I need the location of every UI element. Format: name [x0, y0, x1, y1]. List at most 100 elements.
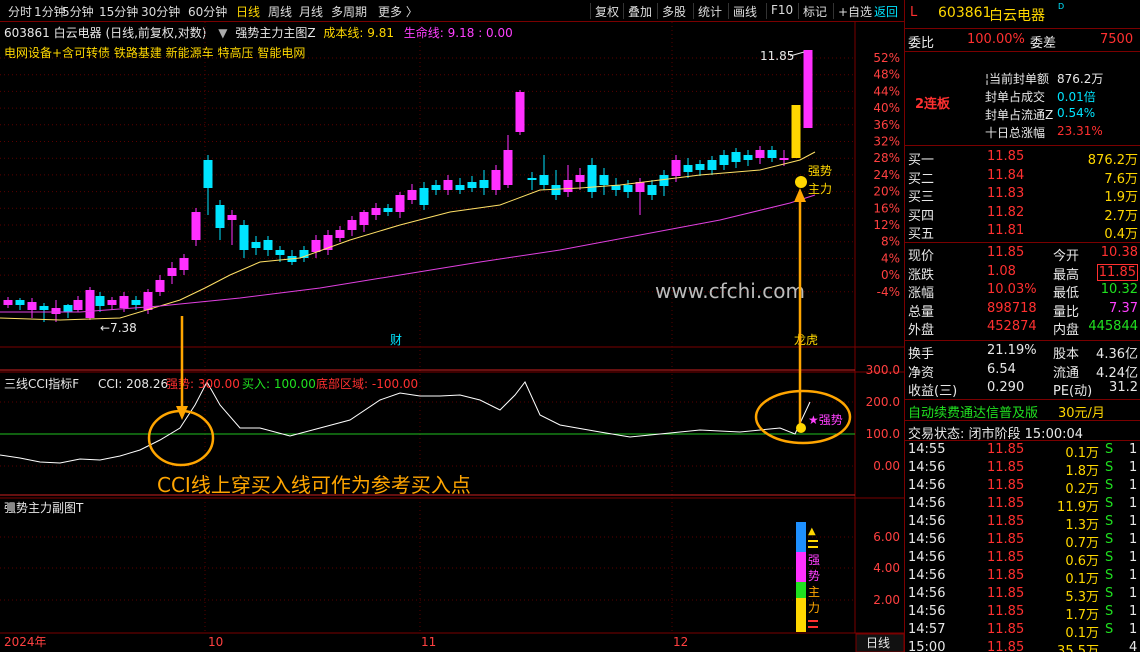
tick-time: 14:56 [908, 478, 946, 493]
tick-side: S [1105, 442, 1114, 457]
candle-body [539, 175, 549, 185]
main-y-tick: 0% [881, 268, 900, 282]
period-button: 日线 [866, 636, 890, 650]
seal-value: 876.2万 [1057, 72, 1104, 86]
x-axis-label: 10 [208, 635, 223, 649]
sub-panel-title: 强势主力副图T [4, 501, 84, 515]
candle-body [767, 150, 777, 158]
signal-bar-segment [796, 552, 806, 582]
candle-body [599, 175, 609, 185]
tick-price: 11.85 [987, 604, 1025, 619]
candle-body [63, 305, 73, 312]
tick-volume: 11.9万 [1057, 500, 1099, 515]
x-axis-label: 12 [673, 635, 688, 649]
buy-level-label: 买二 [908, 171, 935, 187]
money-bag-icon [795, 176, 807, 188]
tick-time: 14:56 [908, 604, 946, 619]
candle-body [239, 225, 249, 250]
stat-value: 10.03% [987, 282, 1037, 297]
candle-body [3, 300, 13, 305]
wei-cha-label: 委差 [1030, 36, 1057, 51]
signal-strong-text: 强势 [808, 164, 832, 178]
stat-value-2: 10.32 [1100, 282, 1138, 297]
tick-side: S [1105, 586, 1114, 601]
stock-code: 603861 [938, 5, 992, 21]
tick-price: 11.85 [987, 586, 1025, 601]
stat-label: 总量 [908, 304, 935, 320]
x-axis-label: 11 [421, 635, 436, 649]
stat-label-2: 最低 [1053, 286, 1080, 301]
tick-time: 14:56 [908, 586, 946, 601]
buy-level-label: 买五 [908, 227, 935, 242]
stock-name: 白云电器 [989, 8, 1045, 24]
cci-y-tick: 0.00 [873, 459, 900, 473]
sub-dash-4 [808, 626, 818, 628]
buy-level-label: 买三 [908, 190, 935, 205]
collapse-icon [7, 503, 15, 511]
stat-value: 11.85 [987, 245, 1025, 260]
candle-body [407, 190, 417, 200]
tick-side: S [1105, 496, 1114, 511]
tick-side: S [1105, 532, 1114, 547]
cci-bottom-label: 底部区域: -100.00 [316, 376, 418, 391]
main-y-tick: 40% [873, 101, 900, 115]
tick-count: 1 [1129, 478, 1138, 493]
tick-side: S [1105, 604, 1114, 619]
sub-y-tick: 4.00 [873, 561, 900, 575]
candle-body [791, 105, 801, 158]
candle-body [251, 242, 261, 248]
tick-time: 14:57 [908, 622, 946, 637]
seal-label: 封单占成交 [985, 90, 1046, 104]
candle-body [575, 175, 585, 182]
candle-body [191, 212, 201, 240]
divider [905, 28, 1140, 29]
stat-label: 现价 [908, 249, 935, 264]
seal-value: 0.54% [1057, 106, 1096, 120]
promo-price[interactable]: 30元/月 [1058, 402, 1105, 421]
tick-price: 11.85 [987, 442, 1025, 457]
x-axis-label: 2024年 [4, 635, 47, 649]
divider [905, 145, 1140, 146]
promo-text[interactable]: 自动续费通达信普及版 [908, 402, 1038, 421]
candle-body [623, 185, 633, 192]
stat-label-2: 最高 [1053, 267, 1080, 283]
tick-volume: 0.1万 [1065, 626, 1099, 641]
tick-side: S [1105, 478, 1114, 493]
stat2-value: 21.19% [987, 343, 1037, 358]
cci-y-tick: 300.0 [866, 363, 900, 377]
candle-body [671, 160, 681, 176]
stat-label-2: 内盘 [1053, 323, 1080, 338]
info-icon[interactable]: D [1058, 2, 1064, 11]
main-y-tick: 8% [881, 235, 900, 249]
main-y-tick: 52% [873, 51, 900, 65]
divider [905, 340, 1140, 341]
divider [905, 399, 1140, 400]
candle-body [203, 160, 213, 188]
stat-label: 外盘 [908, 323, 935, 338]
stat-value-2: 7.37 [1109, 300, 1138, 316]
tick-count: 1 [1129, 532, 1138, 547]
candle-body [179, 258, 189, 270]
tick-side: S [1105, 514, 1114, 529]
tick-volume: 5.3万 [1065, 590, 1099, 605]
candle-body [155, 280, 165, 292]
candle-body [731, 152, 741, 162]
candle-body [131, 300, 141, 305]
sub-up-icon: ▲ [808, 526, 816, 537]
candle-body [707, 160, 717, 170]
candle-body [647, 185, 657, 195]
sub-dash-1 [808, 540, 818, 542]
watermark: www.cfchi.com [655, 279, 805, 303]
cci-line [0, 380, 811, 464]
stat2-label-2: PE(动) [1053, 384, 1093, 399]
stat2-value-2: 31.2 [1109, 380, 1138, 395]
cci-signal-text: ★强势 [808, 413, 843, 427]
stat2-label-2: 股本 [1053, 347, 1080, 362]
chart-canvas: 52% 48% 44% 40% 36% 32% 28% 24% 20% 16% 12% 8% 4% 0% -… [0, 22, 905, 652]
stat2-value: 0.290 [987, 380, 1025, 395]
candle-body [347, 220, 357, 230]
candle-body [215, 205, 225, 228]
tick-volume: 1.7万 [1065, 608, 1099, 623]
buy-level-label: 买一 [908, 153, 935, 168]
main-y-tick: -4% [877, 285, 900, 299]
